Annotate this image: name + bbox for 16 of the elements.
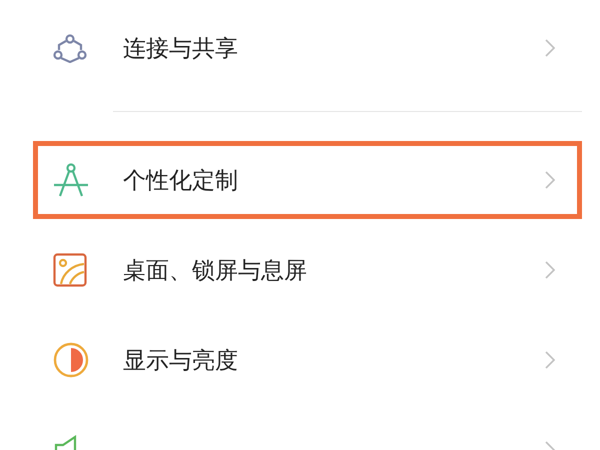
chevron-right-icon — [545, 351, 555, 369]
chevron-right-icon — [545, 261, 555, 279]
settings-item-label: 桌面、锁屏与息屏 — [123, 256, 308, 286]
wallpaper-icon — [53, 253, 87, 287]
brightness-icon — [53, 342, 89, 378]
chevron-right-icon — [545, 39, 555, 57]
settings-item[interactable]: 连接与共享 — [33, 3, 582, 93]
chevron-right-icon — [545, 171, 555, 189]
settings-item[interactable]: 个性化定制 — [33, 141, 582, 219]
settings-item-label: 个性化定制 — [123, 166, 239, 196]
connection-nodes-icon — [53, 33, 87, 63]
settings-item-label: 连接与共享 — [123, 34, 239, 64]
settings-item-label: 显示与亮度 — [123, 346, 239, 376]
settings-item[interactable]: 桌面、锁屏与息屏 — [33, 225, 582, 315]
drafting-compass-icon — [53, 163, 89, 197]
settings-item[interactable]: 显示与亮度 — [33, 315, 582, 405]
